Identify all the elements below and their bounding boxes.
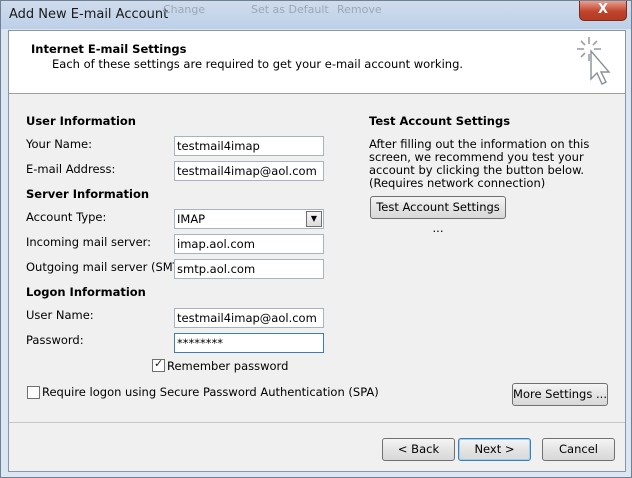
header-subtitle: Each of these settings are required to g… — [52, 57, 464, 71]
outgoing-server-input[interactable]: smtp.aol.com — [174, 259, 324, 279]
spa-checkbox[interactable] — [27, 386, 40, 399]
next-button[interactable]: Next > — [458, 438, 531, 461]
checkmark-icon: ✓ — [154, 357, 164, 370]
account-type-select[interactable]: IMAP ▼ — [174, 209, 324, 229]
user-name-label: User Name: — [26, 308, 94, 322]
background-toolbar-change: Change — [163, 3, 206, 16]
dialog-body: Internet E-mail Settings Each of these s… — [8, 30, 626, 472]
password-label: Password: — [26, 333, 84, 347]
email-address-input[interactable]: testmail4imap@aol.com — [174, 161, 324, 181]
incoming-server-input[interactable]: imap.aol.com — [174, 234, 324, 254]
chevron-down-icon[interactable]: ▼ — [306, 211, 322, 227]
your-name-label: Your Name: — [26, 137, 93, 151]
password-input[interactable]: ******** — [174, 333, 324, 353]
dialog-header: Internet E-mail Settings Each of these s… — [9, 31, 625, 94]
user-name-input[interactable]: testmail4imap@aol.com — [174, 308, 324, 328]
more-settings-button[interactable]: More Settings ... — [512, 383, 608, 406]
window-title: Add New E-mail Account — [9, 7, 169, 22]
add-email-account-window: Add New E-mail Account Change Set as Def… — [0, 0, 632, 478]
footer-divider — [9, 422, 625, 423]
server-info-heading: Server Information — [26, 187, 150, 201]
back-button[interactable]: < Back — [382, 438, 455, 461]
incoming-server-label: Incoming mail server: — [26, 235, 152, 249]
header-title: Internet E-mail Settings — [31, 42, 187, 56]
account-type-value: IMAP — [177, 212, 206, 226]
cursor-sparkle-icon — [577, 37, 611, 85]
email-address-label: E-mail Address: — [26, 162, 116, 176]
your-name-input[interactable]: testmail4imap — [174, 136, 324, 156]
background-toolbar-default: Set as Default — [251, 3, 329, 16]
test-account-settings-button[interactable]: Test Account Settings ... — [370, 196, 506, 235]
test-settings-heading: Test Account Settings — [369, 114, 511, 128]
spa-label: Require logon using Secure Password Auth… — [42, 385, 379, 399]
logon-info-heading: Logon Information — [26, 285, 146, 299]
account-type-label: Account Type: — [26, 210, 107, 224]
remember-password-label: Remember password — [167, 359, 289, 373]
background-toolbar-remove: Remove — [337, 3, 382, 16]
remember-password-checkbox[interactable]: ✓ — [152, 357, 165, 372]
settings-panel: User Information Your Name: testmail4ima… — [9, 95, 625, 421]
test-settings-description: After filling out the information on thi… — [369, 137, 590, 190]
close-button[interactable]: X — [579, 1, 627, 21]
cancel-button[interactable]: Cancel — [542, 438, 615, 461]
outgoing-server-label: Outgoing mail server (SMTP): — [26, 260, 196, 274]
user-info-heading: User Information — [26, 114, 136, 128]
title-bar: Add New E-mail Account Change Set as Def… — [1, 1, 631, 29]
